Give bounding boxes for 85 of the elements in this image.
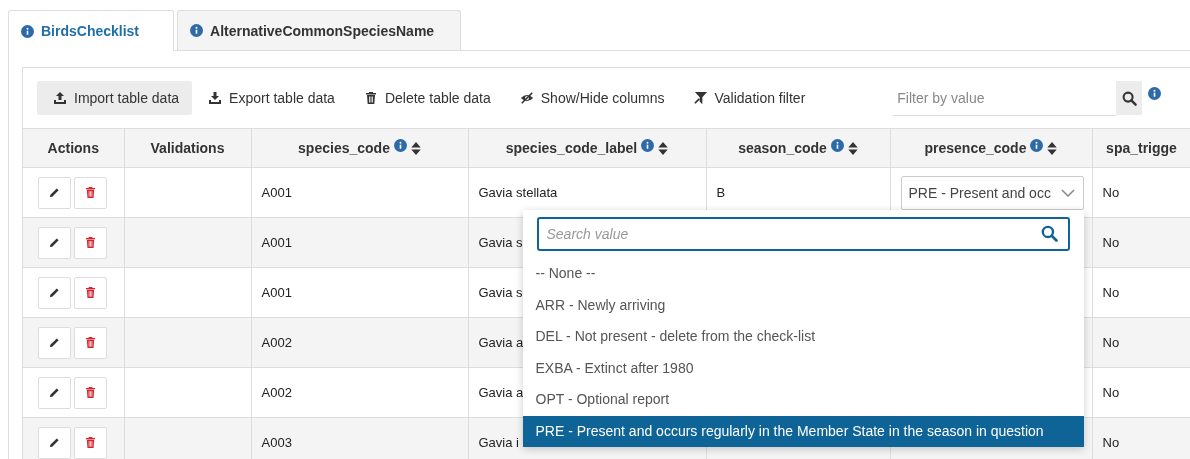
info-icon [1148, 86, 1162, 100]
trash-icon [85, 386, 96, 399]
dropdown-option[interactable]: PRE - Present and occurs regularly in the Member State in the season in question [522, 415, 1084, 447]
info-icon [1030, 138, 1044, 152]
table-cell: A002 [261, 335, 292, 350]
pencil-icon [49, 187, 60, 198]
edit-button[interactable] [38, 176, 71, 209]
table-cell: Gavia i [478, 435, 519, 450]
column-title: season_code [738, 140, 827, 156]
pencil-icon [49, 387, 60, 398]
edit-button[interactable] [38, 276, 71, 309]
table-cell: Gavia s [478, 285, 523, 300]
table-cell: A002 [261, 385, 292, 400]
column-title: spa_trigge [1106, 140, 1177, 156]
table-cell: No [1102, 285, 1120, 300]
info-icon [641, 138, 655, 152]
table-cell: Gavia a [478, 335, 524, 350]
column-title: Actions [47, 140, 99, 156]
table-cell: Gavia a [478, 385, 524, 400]
search-button[interactable] [1116, 81, 1143, 115]
delete-button[interactable] [74, 226, 107, 259]
table-cell: A001 [261, 185, 292, 200]
search-field[interactable]: Search value [536, 217, 1070, 251]
delete-button[interactable] [74, 276, 107, 309]
table-cell: A001 [261, 285, 292, 300]
info-icon [393, 138, 407, 152]
pencil-icon [49, 287, 60, 298]
sort-icon[interactable] [410, 140, 421, 156]
edit-button[interactable] [38, 426, 71, 459]
tab[interactable]: AlternativeCommonSpeciesName [177, 10, 462, 50]
table-cell: No [1102, 385, 1120, 400]
table-cell: B [716, 185, 726, 200]
pencil-icon [49, 437, 60, 448]
column-title: species_code [298, 140, 390, 156]
toolbar-button[interactable]: Show/Hide columns [503, 81, 678, 115]
delete-button[interactable] [74, 176, 107, 209]
filter-icon [693, 91, 708, 105]
sort-icon[interactable] [658, 140, 669, 156]
edit-button[interactable] [38, 376, 71, 409]
delete-button[interactable] [74, 376, 107, 409]
delete-button[interactable] [74, 426, 107, 459]
table-cell: No [1102, 235, 1120, 250]
info-icon [21, 24, 34, 38]
upload-icon [53, 91, 67, 105]
pencil-icon [49, 337, 60, 348]
table-cell: Gavia stellata [478, 185, 558, 200]
toolbar-button[interactable]: Delete table data [347, 81, 504, 115]
toolbar-button[interactable]: Validation filter [677, 81, 819, 115]
toolbar-button[interactable]: Import table data [37, 81, 193, 115]
column-title: presence_code [924, 140, 1027, 156]
column-title: species_code_label [505, 140, 638, 156]
trash-icon [363, 91, 378, 105]
dropdown-option[interactable]: EXBA - Extinct after 1980 [522, 352, 1084, 384]
table-cell: No [1102, 185, 1120, 200]
tab[interactable]: BirdsChecklist [8, 10, 175, 51]
search-icon [1040, 225, 1058, 242]
trash-icon [85, 436, 96, 449]
table-cell: A003 [261, 435, 292, 450]
info-icon [830, 138, 844, 152]
edit-button[interactable] [38, 226, 71, 259]
edit-button[interactable] [38, 326, 71, 359]
trash-icon [85, 336, 96, 349]
sort-icon[interactable] [1047, 140, 1058, 156]
dropdown-option[interactable]: ARR - Newly arriving [522, 289, 1084, 321]
sort-icon[interactable] [847, 140, 858, 156]
trash-icon [85, 236, 96, 249]
table-cell: A001 [261, 235, 292, 250]
presence-select[interactable]: PRE - Present and occ [900, 175, 1084, 210]
info-icon [190, 24, 204, 37]
table-cell: Gavia s [478, 235, 523, 250]
pencil-icon [49, 237, 60, 248]
chevron-down-icon [1060, 188, 1075, 197]
dropdown-option[interactable]: OPT - Optional report [522, 384, 1084, 416]
table-cell: No [1102, 435, 1120, 450]
toolbar-button[interactable]: Export table data [192, 81, 348, 115]
table-cell: No [1102, 335, 1120, 350]
dropdown-option[interactable]: -- None -- [522, 258, 1084, 290]
trash-icon [85, 286, 96, 299]
dropdown-option[interactable]: DEL - Not present - delete from the check-list [522, 321, 1084, 353]
eye-slash-icon [519, 91, 534, 105]
search-icon [1121, 90, 1137, 106]
delete-button[interactable] [74, 326, 107, 359]
column-title: Validations [150, 140, 225, 156]
download-icon [208, 91, 223, 105]
trash-icon [85, 186, 96, 199]
